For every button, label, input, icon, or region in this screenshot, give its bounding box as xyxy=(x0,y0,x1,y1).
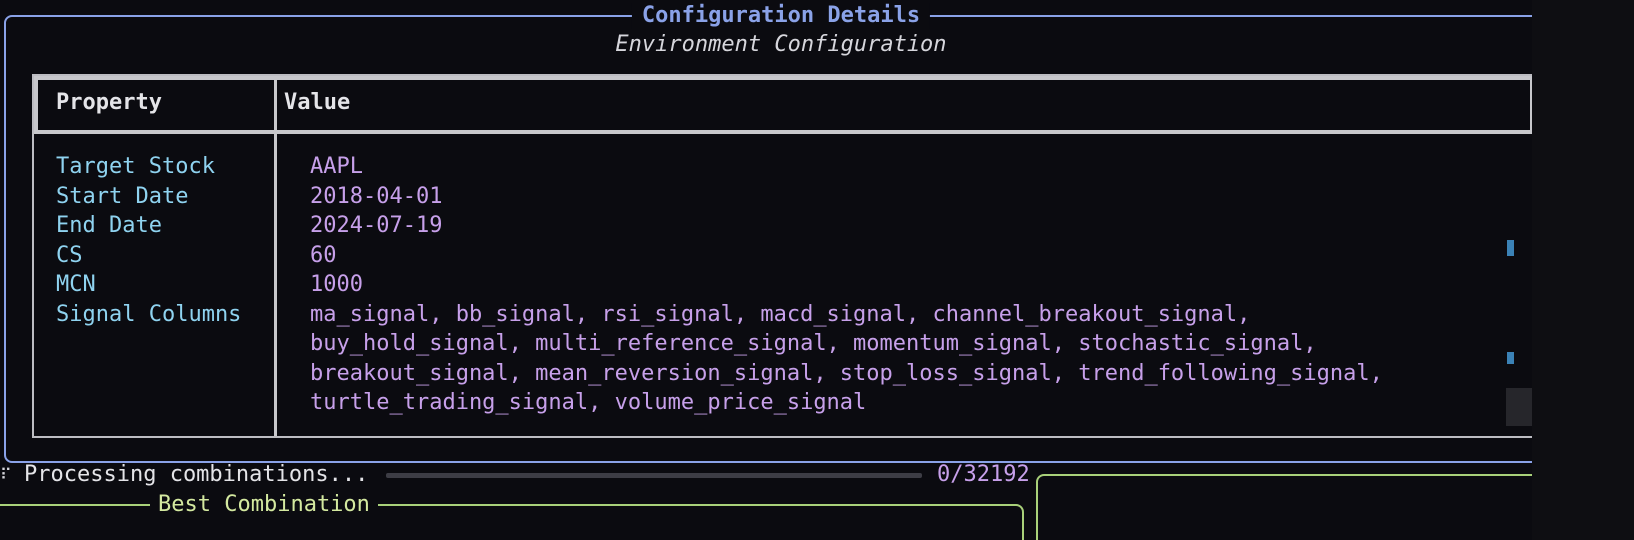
table-header xyxy=(34,76,1534,134)
property-cell: CS xyxy=(56,242,83,268)
value-cell: ma_signal, bb_signal, rsi_signal, macd_s… xyxy=(310,301,1383,416)
scroll-marker xyxy=(1507,240,1514,256)
table-row: Target Stock AAPL xyxy=(34,152,1534,182)
panel-subtitle: Environment Configuration xyxy=(615,32,947,57)
terminal-window: Configuration Details Environment Config… xyxy=(0,0,1634,540)
property-cell: Signal Columns xyxy=(56,301,242,327)
best-combination-panel: Best Combination xyxy=(0,492,1024,540)
configuration-panel: Configuration Details Environment Config… xyxy=(4,3,1558,463)
scroll-marker xyxy=(1507,352,1514,364)
scrollbar-track[interactable] xyxy=(1532,0,1634,540)
value-cell: AAPL xyxy=(310,154,363,179)
progress-bar xyxy=(386,473,922,478)
property-cell: MCN xyxy=(56,272,96,297)
progress-count: 0/32192 xyxy=(937,462,1030,487)
property-cell: Start Date xyxy=(56,183,189,209)
spinner-icon: ⠏ xyxy=(0,465,12,484)
value-cell: 1000 xyxy=(310,272,363,297)
value-cell: 2018-04-01 xyxy=(310,183,443,209)
table-row: Signal Columns ma_signal, bb_signal, rsi… xyxy=(34,300,1534,418)
table-row: End Date 2024-07-19 xyxy=(34,211,1534,241)
best-combination-title: Best Combination xyxy=(150,492,378,518)
value-cell: 60 xyxy=(310,242,337,268)
property-cell: Target Stock xyxy=(56,154,215,179)
results-panel xyxy=(1036,474,1576,540)
config-table: Property Value Target Stock AAPL Start D… xyxy=(32,74,1536,438)
header-value: Value xyxy=(284,90,351,115)
table-row: CS 60 xyxy=(34,241,1534,271)
header-property: Property xyxy=(56,90,162,115)
panel-title: Configuration Details xyxy=(631,3,931,29)
progress-label: Processing combinations... xyxy=(24,462,369,487)
table-row: Start Date 2018-04-01 xyxy=(34,182,1534,212)
table-body: Target Stock AAPL Start Date 2018-04-01 … xyxy=(34,152,1534,418)
scrollbar-thumb[interactable] xyxy=(1506,388,1532,426)
table-row: MCN 1000 xyxy=(34,270,1534,300)
value-cell: 2024-07-19 xyxy=(310,213,443,238)
property-cell: End Date xyxy=(56,213,162,238)
